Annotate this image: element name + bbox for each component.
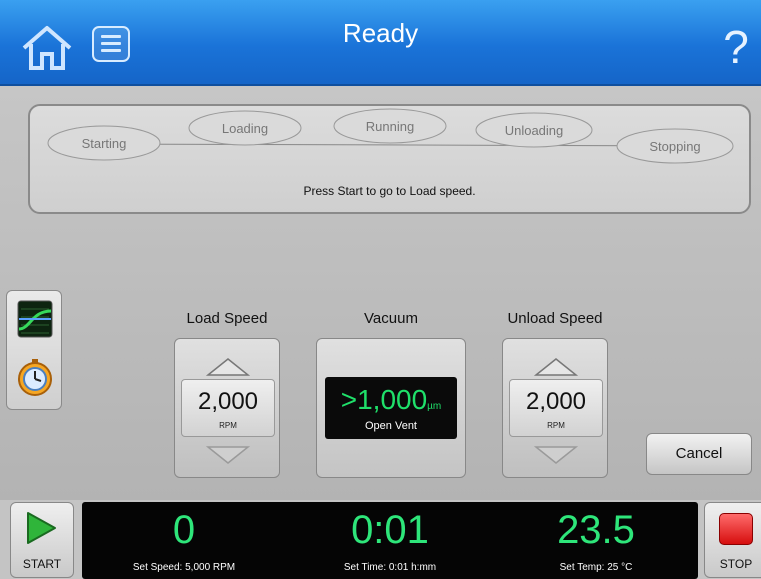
unload-speed-up-button[interactable] [532, 355, 580, 379]
side-tab-panel [6, 290, 62, 410]
stop-button[interactable]: STOP [704, 502, 761, 578]
vacuum-status: Open Vent [365, 420, 417, 432]
unload-speed-stepper: 2,000 RPM [502, 338, 608, 478]
svg-text:Running: Running [366, 119, 414, 134]
vacuum-label: Vacuum [364, 310, 418, 327]
load-speed-up-button[interactable] [204, 355, 252, 379]
run-state-panel: Starting Loading Running Unloading Stopp… [28, 104, 751, 214]
load-speed-stepper: 2,000 RPM [174, 338, 280, 478]
timer-icon [18, 359, 52, 396]
set-speed-text: Set Speed: 5,000 RPM [132, 562, 236, 573]
load-speed-unit: RPM [219, 421, 237, 430]
vacuum-control[interactable]: >1,000µm Open Vent [316, 338, 466, 478]
unload-speed-down-button[interactable] [532, 443, 580, 467]
footer-bar: START 0 Set Speed: 5,000 RPM 0:01 Set Ti… [0, 500, 761, 579]
run-state-diagram: Starting Loading Running Unloading Stopp… [47, 108, 734, 164]
cancel-button[interactable]: Cancel [646, 433, 752, 475]
stop-label: STOP [719, 557, 753, 571]
unload-speed-value[interactable]: 2,000 RPM [509, 379, 603, 437]
graph-icon [17, 300, 53, 338]
load-speed-number: 2,000 [197, 388, 259, 415]
state-stopping: Stopping [616, 128, 734, 164]
svg-text:Starting: Starting [82, 136, 127, 151]
play-icon [27, 512, 56, 544]
svg-text:Loading: Loading [222, 121, 268, 136]
temp-readout: 23.5 [557, 508, 635, 552]
unload-speed-unit: RPM [547, 421, 565, 430]
unload-speed-number: 2,000 [525, 388, 587, 415]
graph-tab[interactable] [16, 299, 54, 339]
state-message: Press Start to go to Load speed. [303, 184, 476, 198]
state-unloading: Unloading [475, 112, 593, 148]
timer-tab[interactable] [15, 357, 55, 397]
set-temp-text: Set Temp: 25 °C [559, 562, 633, 573]
main-area: Starting Loading Running Unloading Stopp… [0, 86, 761, 500]
title-bar: Ready ? [0, 0, 761, 86]
vacuum-display: >1,000µm Open Vent [325, 377, 457, 439]
page-title: Ready [342, 18, 419, 48]
state-starting: Starting [47, 125, 161, 161]
vacuum-unit: µm [427, 401, 442, 412]
unload-speed-label: Unload Speed [507, 310, 603, 327]
start-label: START [22, 557, 62, 571]
svg-text:Unloading: Unloading [505, 123, 564, 138]
state-running: Running [333, 108, 447, 144]
time-readout: 0:01 [351, 508, 429, 552]
speed-readout: 0 [172, 508, 196, 552]
svg-text:Stopping: Stopping [649, 139, 700, 154]
load-speed-label: Load Speed [186, 310, 268, 327]
status-readout-bar: 0 Set Speed: 5,000 RPM 0:01 Set Time: 0:… [82, 502, 698, 579]
state-loading: Loading [188, 110, 302, 146]
stop-icon [719, 513, 753, 545]
help-button[interactable]: ? [718, 22, 754, 72]
help-icon: ? [723, 21, 749, 73]
start-button[interactable]: START [10, 502, 74, 578]
load-speed-value[interactable]: 2,000 RPM [181, 379, 275, 437]
load-speed-down-button[interactable] [204, 443, 252, 467]
vacuum-value: >1,000µm [340, 384, 442, 415]
set-time-text: Set Time: 0:01 h:mm [343, 562, 437, 573]
